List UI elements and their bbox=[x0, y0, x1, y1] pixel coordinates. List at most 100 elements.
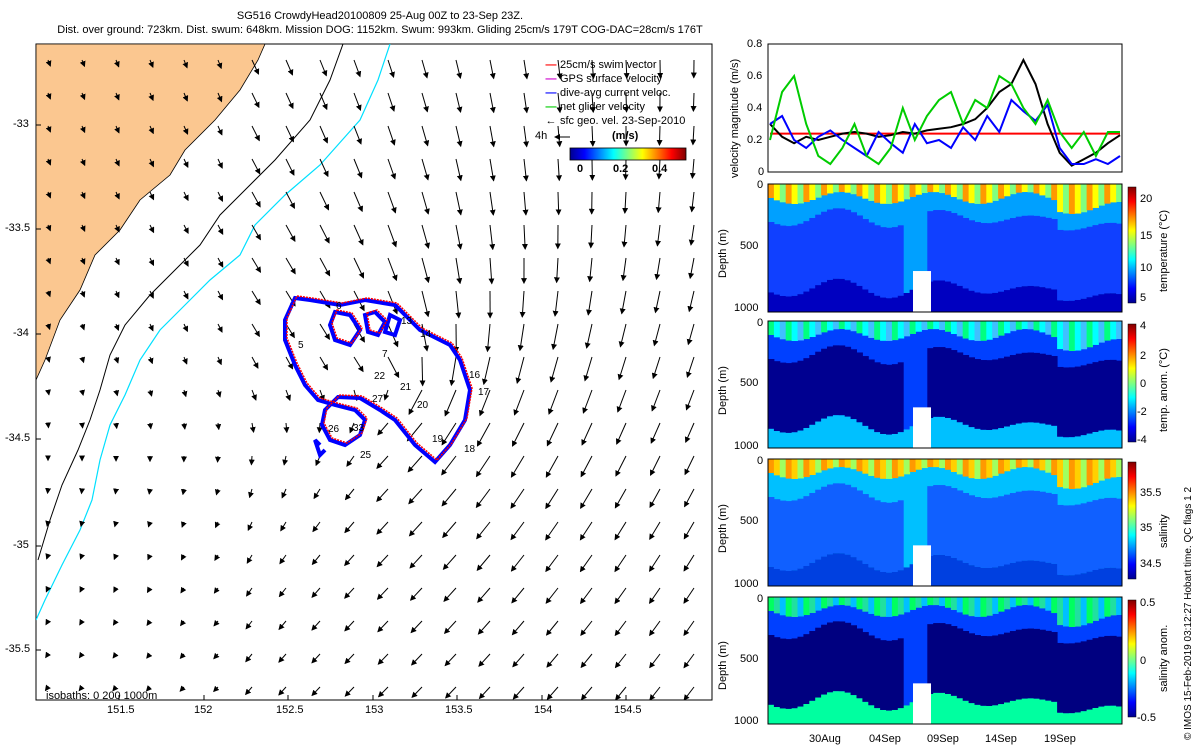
heatmap-cell bbox=[862, 184, 869, 199]
heatmap-cell bbox=[950, 626, 958, 696]
heatmap-cell bbox=[897, 225, 905, 296]
heatmap-cell bbox=[992, 705, 999, 724]
heatmap-cell bbox=[1004, 426, 1011, 448]
heatmap-cell bbox=[956, 597, 964, 613]
vel-ytick: 0.8 bbox=[747, 38, 763, 50]
heatmap-cell bbox=[974, 184, 981, 204]
heatmap-cell bbox=[844, 597, 852, 606]
heatmap-cell bbox=[915, 597, 922, 608]
heatmap-cell bbox=[844, 484, 852, 555]
heatmap-cell bbox=[785, 432, 793, 448]
heatmap-cell bbox=[832, 459, 840, 468]
heatmap-cell bbox=[868, 459, 875, 476]
heatmap-cell bbox=[968, 220, 975, 291]
heatmap-cell bbox=[998, 184, 1005, 199]
heatmap-cell bbox=[1027, 560, 1034, 586]
heatmap-cell bbox=[850, 459, 857, 470]
hm4-cbtick: 0.5 bbox=[1140, 597, 1156, 609]
heatmap-cell bbox=[998, 459, 1005, 474]
heatmap-cell bbox=[768, 459, 775, 473]
heatmap-cell bbox=[998, 428, 1005, 448]
heatmap-cell bbox=[832, 278, 840, 312]
heatmap-cell bbox=[1110, 184, 1117, 203]
heatmap-cell bbox=[862, 494, 869, 564]
heatmap-cell bbox=[838, 597, 846, 606]
heatmap-cell bbox=[1015, 597, 1023, 606]
heatmap-cell bbox=[797, 636, 804, 707]
heatmap-cell bbox=[956, 422, 964, 448]
heatmap-cell bbox=[956, 184, 964, 200]
heatmap-cell bbox=[909, 321, 916, 334]
heatmap-cell bbox=[1080, 365, 1088, 436]
heatmap-cell bbox=[992, 429, 999, 448]
heatmap-cell bbox=[1068, 321, 1076, 351]
heatmap-cell bbox=[773, 321, 781, 338]
time-xtick: 19Sep bbox=[1044, 733, 1076, 745]
heatmap-cell bbox=[1033, 560, 1040, 586]
heatmap-cell bbox=[862, 563, 869, 586]
heatmap-cell bbox=[803, 565, 810, 586]
heatmap-cell bbox=[927, 321, 934, 330]
heatmap-cell bbox=[1045, 424, 1052, 448]
heatmap-cell bbox=[1004, 356, 1011, 427]
heatmap-cell bbox=[1045, 459, 1052, 473]
heatmap-cell bbox=[1098, 568, 1105, 586]
heatmap-cell bbox=[927, 184, 934, 193]
heatmap-cell bbox=[791, 708, 798, 724]
heatmap-cell bbox=[850, 184, 857, 195]
heatmap-cell bbox=[992, 635, 999, 706]
heatmap-cell bbox=[1027, 422, 1034, 448]
heatmap-cell bbox=[768, 635, 775, 705]
heatmap-cell bbox=[1074, 459, 1082, 489]
hm1-ytick: 500 bbox=[740, 240, 759, 252]
heatmap-cell bbox=[1021, 628, 1029, 699]
heatmap-cell bbox=[945, 348, 952, 418]
heatmap-cell bbox=[838, 691, 846, 724]
heatmap-cell bbox=[815, 351, 822, 422]
heatmap-cell bbox=[1068, 505, 1076, 576]
heatmap-cell bbox=[956, 215, 964, 286]
heatmap-cell bbox=[797, 294, 804, 312]
heatmap-cell bbox=[1092, 321, 1099, 345]
heatmap-cell bbox=[933, 280, 940, 312]
heatmap-cell bbox=[1009, 288, 1017, 312]
heatmap-cell bbox=[1068, 184, 1076, 214]
heatmap-cell bbox=[1004, 494, 1011, 565]
heatmap-cell bbox=[821, 348, 828, 419]
hm3-cbtick: 35.5 bbox=[1140, 487, 1162, 499]
heatmap-cell bbox=[939, 459, 946, 469]
heatmap-cell bbox=[874, 708, 881, 724]
heatmap-cell bbox=[897, 459, 905, 477]
heatmap-cell bbox=[832, 483, 840, 554]
heatmap-cell bbox=[927, 211, 934, 282]
heatmap-cell bbox=[933, 184, 940, 193]
heatmap-cell bbox=[1057, 504, 1064, 575]
heatmap-cell bbox=[1027, 597, 1034, 606]
heatmap-cell bbox=[1057, 321, 1064, 350]
heatmap-cell bbox=[956, 560, 964, 586]
heatmap-cell bbox=[868, 292, 875, 312]
heatmap-cell bbox=[950, 557, 958, 586]
heatmap-cell bbox=[1057, 184, 1064, 213]
heatmap-cell bbox=[856, 321, 863, 334]
heatmap-cell bbox=[856, 560, 863, 586]
heatmap-cell bbox=[1092, 431, 1099, 448]
heatmap-cell bbox=[1063, 643, 1070, 714]
heatmap-cell bbox=[803, 496, 810, 566]
heatmap-cell bbox=[1021, 215, 1029, 287]
heatmap-cell bbox=[945, 417, 952, 448]
heatmap-cell bbox=[1068, 437, 1076, 448]
heatmap-cell bbox=[891, 597, 899, 617]
heatmap-cell bbox=[1104, 293, 1111, 312]
heatmap-cell bbox=[1057, 642, 1064, 713]
heatmap-cell bbox=[886, 321, 893, 341]
heatmap-cell bbox=[1027, 321, 1034, 330]
heatmap-cell bbox=[880, 297, 887, 312]
heatmap-cell bbox=[874, 638, 881, 709]
heatmap-cell bbox=[1098, 294, 1105, 312]
heatmap-cell bbox=[1080, 184, 1088, 213]
hm1-cbtick: 5 bbox=[1140, 292, 1147, 304]
heatmap-cell bbox=[850, 212, 857, 283]
heatmap-cell bbox=[1057, 712, 1064, 724]
heatmap-cell bbox=[791, 295, 798, 312]
